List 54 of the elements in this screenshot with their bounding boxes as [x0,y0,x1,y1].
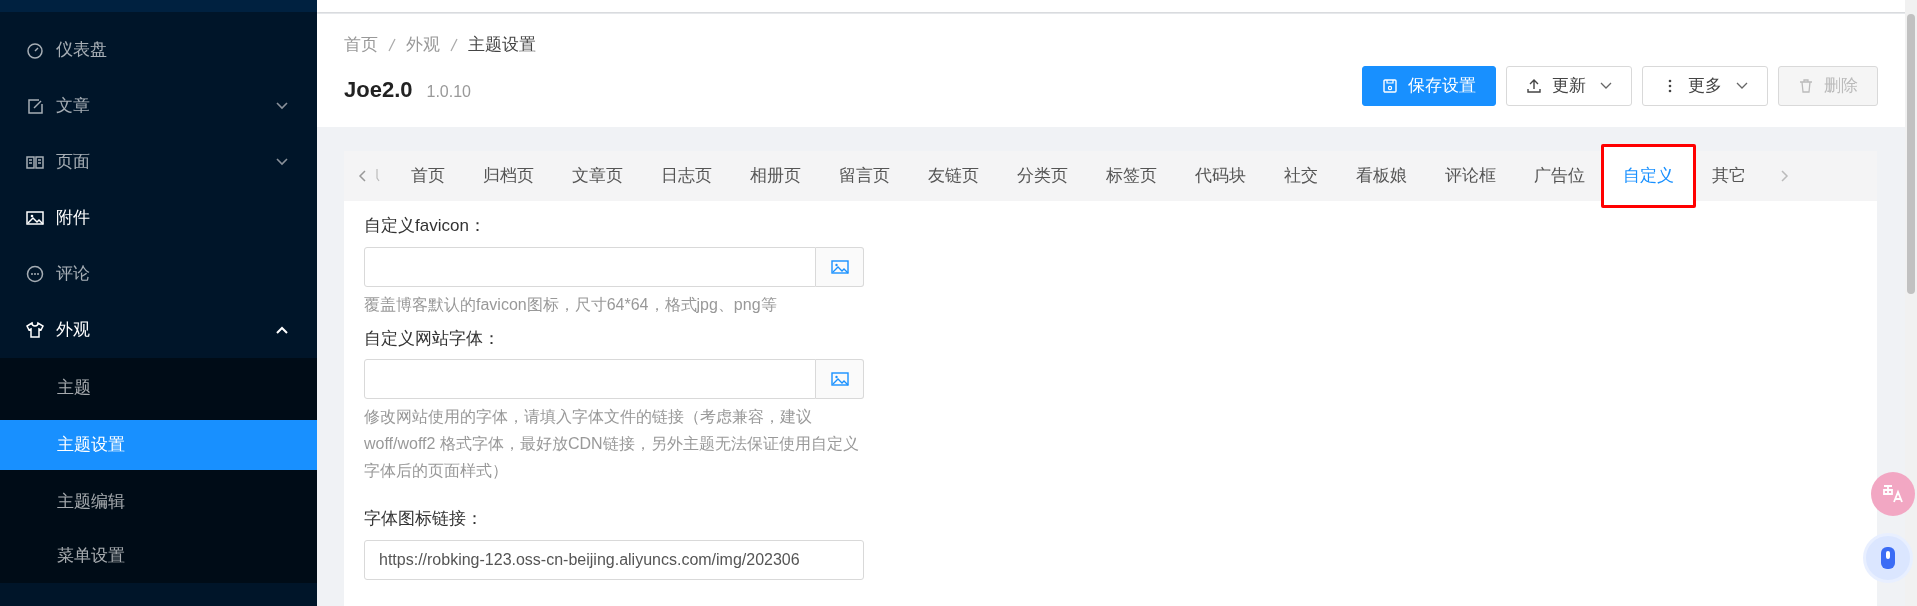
tab[interactable]: 日志页 [642,151,731,201]
submenu-item[interactable]: 菜单设置 [0,529,317,583]
field-label: 字体图标链接： [364,508,484,530]
breadcrumb-current: 主题设置 [468,34,536,56]
tab[interactable]: 分类页 [998,151,1087,201]
scrollbar[interactable] [1905,0,1917,606]
trash-icon [1798,77,1814,94]
image-icon [830,371,849,387]
sidebar-item[interactable]: 评论 [0,246,317,302]
submenu-item[interactable]: 主题 [0,361,317,415]
tab[interactable]: 留言页 [820,151,909,201]
tab[interactable]: 标签页 [1087,151,1176,201]
shirt-icon [26,321,44,339]
tab[interactable]: 代码块 [1176,151,1265,201]
sidebar-item[interactable]: 文章 [0,78,317,134]
submenu-item[interactable]: 主题编辑 [0,475,317,529]
field-label: 自定义favicon： [364,215,487,237]
tab[interactable]: 其它 [1693,151,1765,201]
image-icon [26,209,44,227]
field-label: 自定义网站字体： [364,327,501,350]
action-button[interactable]: 更新 [1506,65,1632,106]
version-text: 1.0.10 [426,81,471,102]
image-picker-button[interactable] [816,359,864,399]
action-button[interactable]: 更多 [1642,65,1768,106]
comment-icon [26,265,44,283]
tab[interactable]: 首页 [392,151,464,201]
gauge-icon [26,41,44,59]
image-picker-button[interactable] [816,246,864,287]
tab[interactable]: 看板娘 [1337,151,1426,201]
tab[interactable]: 广告位 [1515,151,1604,201]
help-text: 修改网站使用的字体，请填入字体文件的链接（考虑兼容，建议woff/woff2 格式字体，最好放CDN链接，另外主题无法保证使用自定义字体后的页面样式） [364,407,860,481]
sidebar-item[interactable]: 外观 [0,302,317,358]
image-icon [830,258,849,275]
tab[interactable]: 相册页 [731,151,820,201]
tab-edge-icon [374,168,380,182]
tab[interactable]: 友链页 [909,151,998,201]
text-input[interactable]: https://robking-123.oss-cn-beijing.aliyuncs.com/img/202306 [364,539,864,580]
help-text: 覆盖博客默认的favicon图标，尺寸64*64，格式jpg、png等 [364,294,778,315]
page-title: Joe2.0 [344,75,413,104]
breadcrumb-separator [388,37,396,52]
book-icon [26,153,44,171]
tab[interactable]: 文章页 [553,151,642,201]
tab[interactable]: 评论框 [1426,151,1515,201]
edit-icon [26,97,44,115]
tab[interactable]: 社交 [1265,151,1337,201]
sidebar-item[interactable]: 页面 [0,134,317,190]
sidebar-item[interactable]: 附件 [0,190,317,246]
text-input[interactable] [364,246,816,287]
save-icon [1382,77,1398,94]
breadcrumb-separator [450,37,458,52]
tab[interactable]: 归档页 [464,151,553,201]
sidebar-item[interactable]: 仪表盘 [0,22,317,78]
upload-icon [1526,77,1542,94]
text-input[interactable] [364,359,816,399]
